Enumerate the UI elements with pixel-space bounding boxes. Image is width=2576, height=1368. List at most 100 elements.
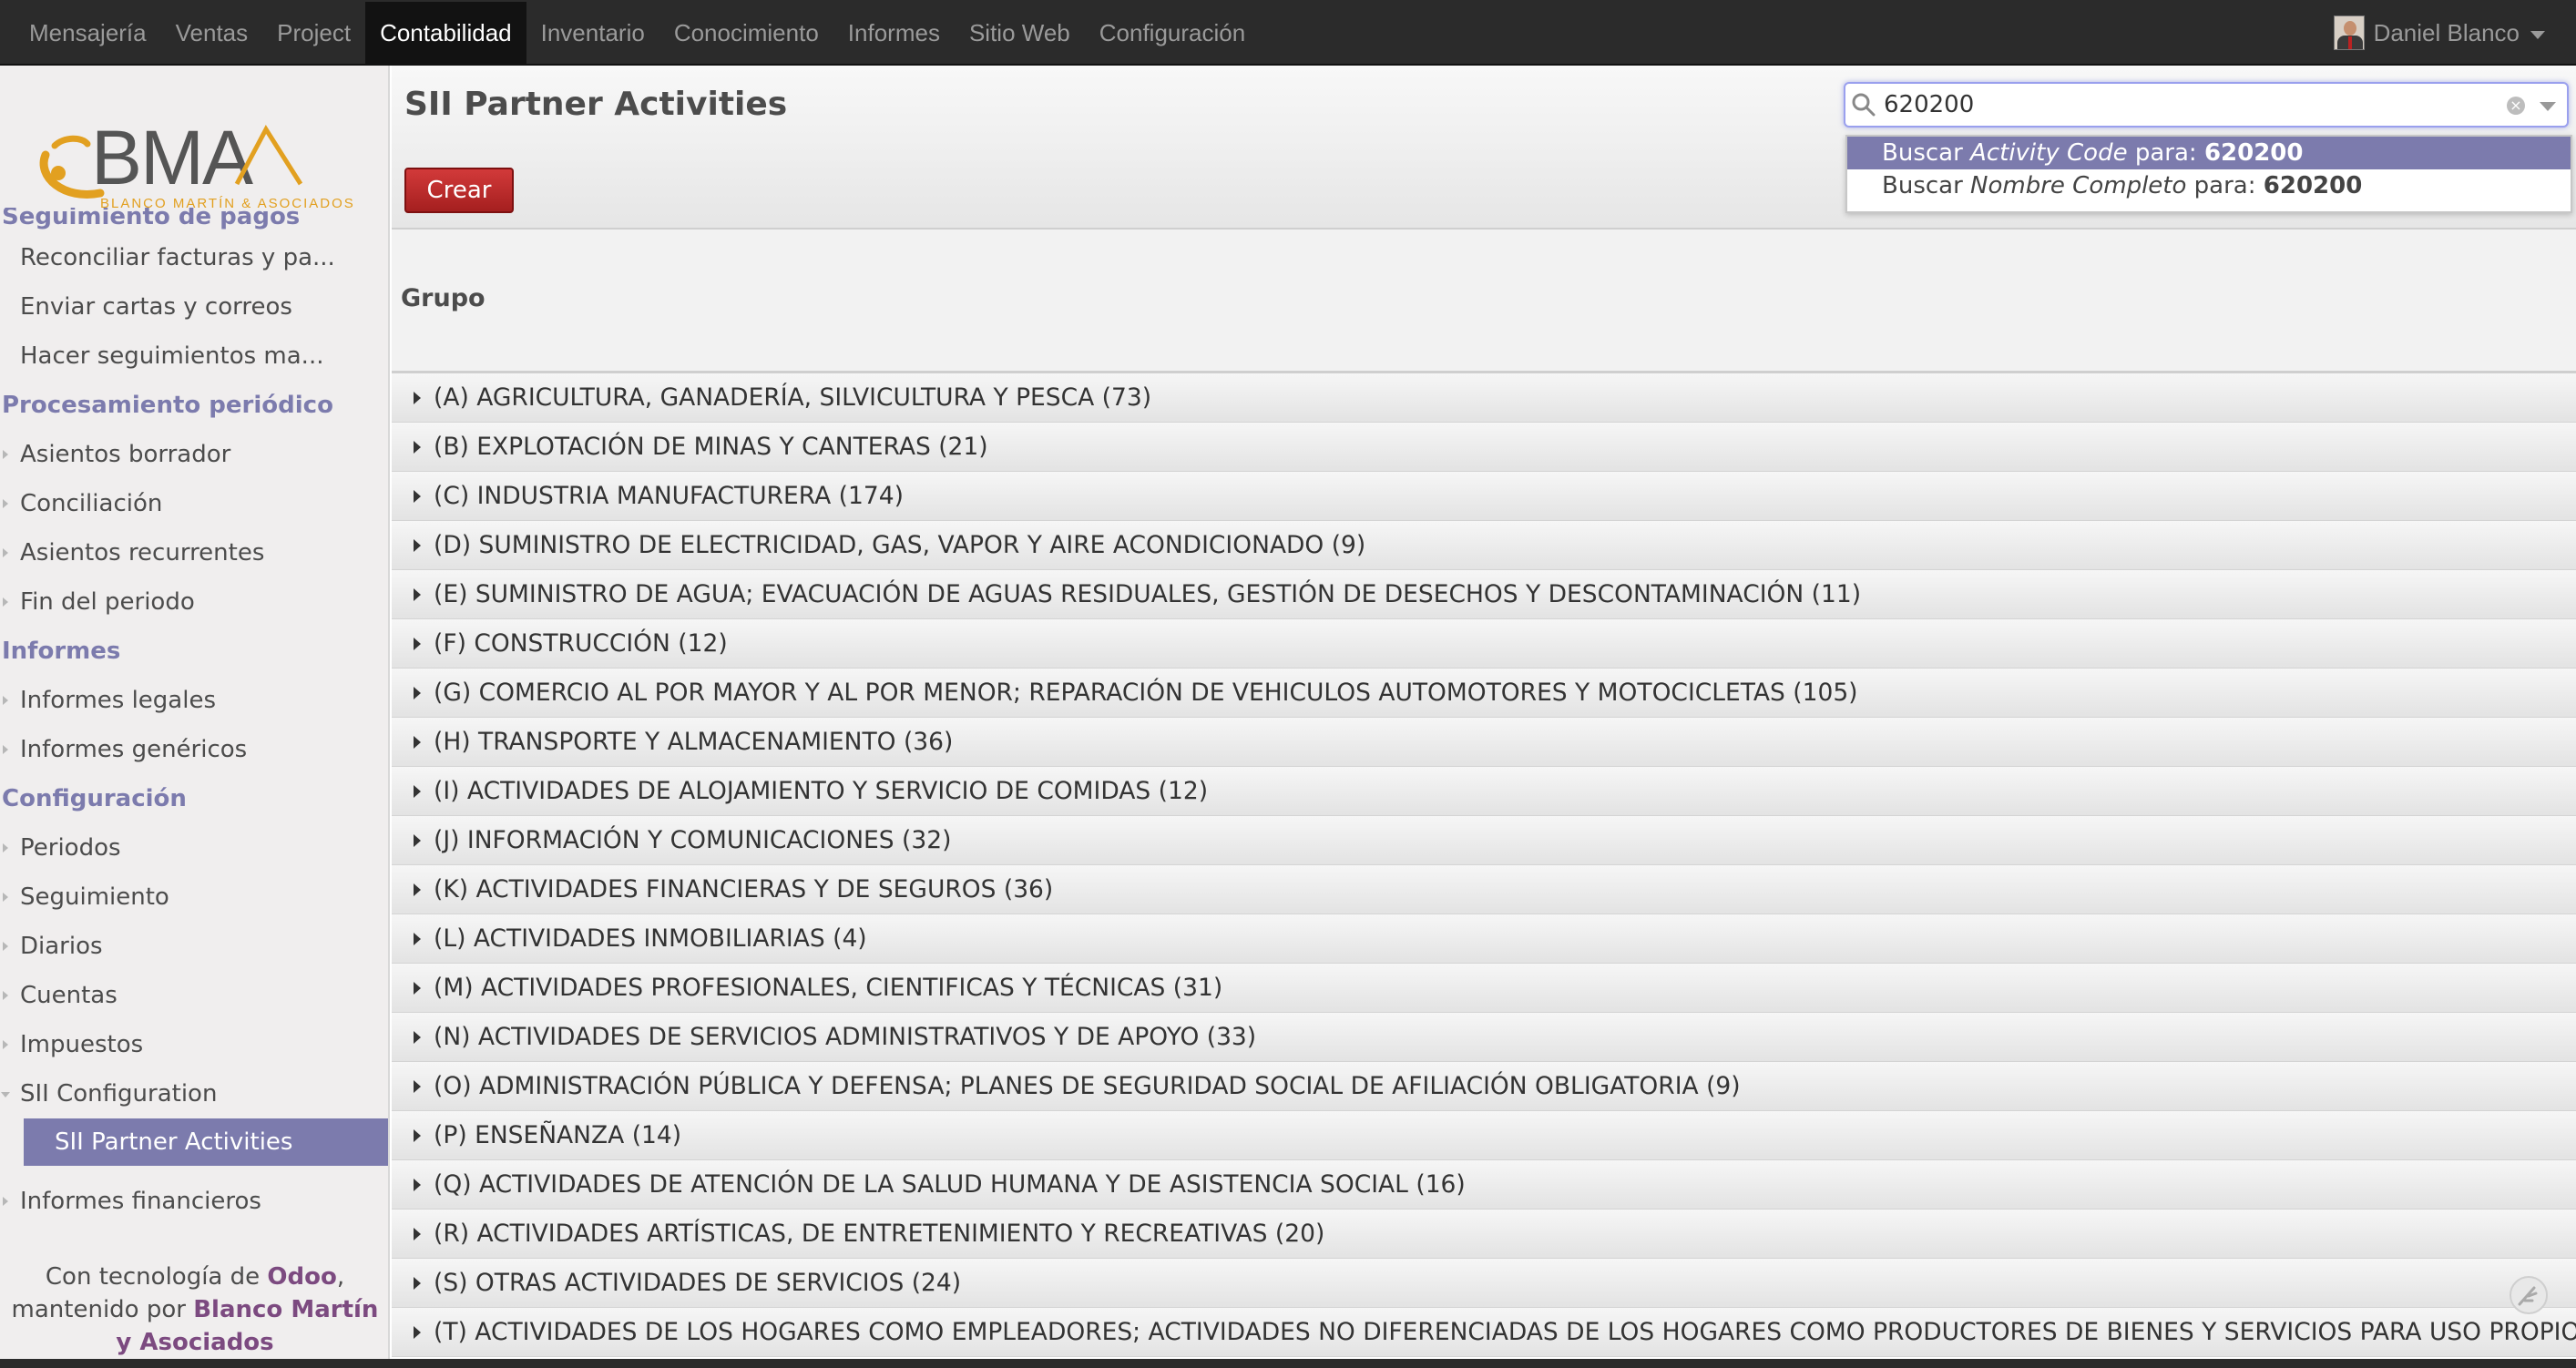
sidebar-item-diarios[interactable]: Diarios — [0, 922, 388, 971]
collapse-icon — [1, 1092, 10, 1097]
sidebar-item-label: Informes financieros — [20, 1188, 261, 1215]
menu-conocimiento[interactable]: Conocimiento — [659, 2, 833, 64]
expand-icon — [414, 982, 421, 995]
menu-inventario[interactable]: Inventario — [526, 2, 659, 64]
sidebar-item-informes-genericos[interactable]: Informes genéricos — [0, 725, 388, 774]
sidebar-item-conciliacion[interactable]: Conciliación — [0, 479, 388, 528]
expand-icon — [414, 1080, 421, 1093]
menu-informes[interactable]: Informes — [833, 2, 955, 64]
group-row-i[interactable]: (I) ACTIVIDADES DE ALOJAMIENTO Y SERVICI… — [392, 767, 2576, 816]
company-logo[interactable]: BMA BLANCO MARTÍN & ASOCIADOS — [27, 102, 355, 220]
sidebar-item-informes-legales[interactable]: Informes legales — [0, 676, 388, 725]
group-label: (F) CONSTRUCCIÓN (12) — [434, 629, 728, 658]
chevron-down-icon[interactable] — [2540, 102, 2556, 111]
create-button[interactable]: Crear — [404, 168, 514, 213]
avatar — [2333, 15, 2365, 50]
list-header: Grupo — [392, 230, 2576, 373]
group-row-n[interactable]: (N) ACTIVIDADES DE SERVICIOS ADMINISTRAT… — [392, 1013, 2576, 1062]
group-row-t[interactable]: (T) ACTIVIDADES DE LOS HOGARES COMO EMPL… — [392, 1308, 2576, 1357]
group-label: (S) OTRAS ACTIVIDADES DE SERVICIOS (24) — [434, 1269, 962, 1297]
group-row-j[interactable]: (J) INFORMACIÓN Y COMUNICACIONES (32) — [392, 816, 2576, 865]
sidebar-item-periodos[interactable]: Periodos — [0, 823, 388, 873]
expand-icon — [3, 843, 8, 852]
chevron-down-icon — [2530, 30, 2545, 39]
menu-sitio-web[interactable]: Sitio Web — [955, 2, 1085, 64]
footer-comma: , — [336, 1263, 345, 1291]
group-row-g[interactable]: (G) COMERCIO AL POR MAYOR Y AL POR MENOR… — [392, 669, 2576, 718]
menu-configuracion[interactable]: Configuración — [1085, 2, 1260, 64]
sidebar-item-label: Informes genéricos — [20, 736, 248, 763]
sidebar-item-label: Reconciliar facturas y pa... — [20, 244, 335, 271]
expand-icon — [414, 588, 421, 601]
expand-icon — [3, 893, 8, 902]
group-row-d[interactable]: (D) SUMINISTRO DE ELECTRICIDAD, GAS, VAP… — [392, 521, 2576, 570]
sidebar-section-seguimiento-pagos: Seguimiento de pagos — [2, 208, 301, 230]
group-row-r[interactable]: (R) ACTIVIDADES ARTÍSTICAS, DE ENTRETENI… — [392, 1210, 2576, 1259]
menu-contabilidad[interactable]: Contabilidad — [365, 2, 526, 64]
group-row-p[interactable]: (P) ENSEÑANZA (14) — [392, 1111, 2576, 1160]
odoo-link[interactable]: Odoo — [267, 1263, 336, 1291]
feather-icon[interactable] — [2507, 1273, 2550, 1321]
group-row-a[interactable]: (A) AGRICULTURA, GANADERÍA, SILVICULTURA… — [392, 373, 2576, 423]
expand-icon — [3, 942, 8, 951]
sidebar-item-sii-partner-activities[interactable]: SII Partner Activities — [24, 1118, 388, 1166]
expand-icon — [3, 991, 8, 1000]
footer-powered-text: Con tecnología de — [45, 1263, 261, 1291]
sidebar-item-label: Diarios — [20, 933, 103, 960]
group-row-s[interactable]: (S) OTRAS ACTIVIDADES DE SERVICIOS (24) — [392, 1259, 2576, 1308]
group-label: (P) ENSEÑANZA (14) — [434, 1121, 682, 1149]
group-row-o[interactable]: (O) ADMINISTRACIÓN PÚBLICA Y DEFENSA; PL… — [392, 1062, 2576, 1111]
search-value: 620200 — [1884, 91, 1975, 118]
sidebar-item-label: Enviar cartas y correos — [20, 293, 292, 321]
top-navbar: Mensajería Ventas Project Contabilidad I… — [0, 0, 2576, 66]
expand-icon — [414, 441, 421, 454]
sidebar-item-impuestos[interactable]: Impuestos — [0, 1020, 388, 1069]
sidebar-item-asientos-recurrentes[interactable]: Asientos recurrentes — [0, 528, 388, 577]
sidebar-item-enviar-cartas[interactable]: Enviar cartas y correos — [0, 282, 388, 332]
menu-ventas[interactable]: Ventas — [161, 2, 263, 64]
group-row-q[interactable]: (Q) ACTIVIDADES DE ATENCIÓN DE LA SALUD … — [392, 1160, 2576, 1210]
group-row-b[interactable]: (B) EXPLOTACIÓN DE MINAS Y CANTERAS (21) — [392, 423, 2576, 472]
sidebar-item-label: SII Configuration — [20, 1080, 218, 1108]
group-label: (J) INFORMACIÓN Y COMUNICACIONES (32) — [434, 826, 952, 854]
group-row-f[interactable]: (F) CONSTRUCCIÓN (12) — [392, 619, 2576, 669]
group-label: (B) EXPLOTACIÓN DE MINAS Y CANTERAS (21) — [434, 433, 988, 461]
sidebar-item-hacer-seguimientos[interactable]: Hacer seguimientos ma... — [0, 332, 388, 381]
user-name: Daniel Blanco — [2373, 18, 2520, 46]
expand-icon — [3, 745, 8, 754]
column-header-grupo[interactable]: Grupo — [401, 284, 486, 312]
group-label: (D) SUMINISTRO DE ELECTRICIDAD, GAS, VAP… — [434, 531, 1366, 559]
sidebar-item-label: Fin del periodo — [20, 588, 195, 616]
page-title: SII Partner Activities — [404, 86, 788, 123]
sidebar-item-cuentas[interactable]: Cuentas — [0, 971, 388, 1020]
sidebar-item-fin-periodo[interactable]: Fin del periodo — [0, 577, 388, 627]
expand-icon — [414, 392, 421, 404]
expand-icon — [3, 548, 8, 557]
group-label: (I) ACTIVIDADES DE ALOJAMIENTO Y SERVICI… — [434, 777, 1209, 805]
expand-icon — [414, 539, 421, 552]
user-menu[interactable]: Daniel Blanco — [2333, 0, 2545, 66]
group-label: (Q) ACTIVIDADES DE ATENCIÓN DE LA SALUD … — [434, 1170, 1466, 1199]
clear-icon[interactable]: × — [2507, 97, 2525, 115]
group-label: (G) COMERCIO AL POR MAYOR Y AL POR MENOR… — [434, 679, 1858, 707]
sidebar-item-seguimiento[interactable]: Seguimiento — [0, 873, 388, 922]
group-row-k[interactable]: (K) ACTIVIDADES FINANCIERAS Y DE SEGUROS… — [392, 865, 2576, 914]
autocomplete-item-activity-code[interactable]: Buscar Activity Code para: 620200 — [1847, 137, 2571, 169]
menu-mensajeria[interactable]: Mensajería — [15, 2, 161, 64]
group-row-h[interactable]: (H) TRANSPORTE Y ALMACENAMIENTO (36) — [392, 718, 2576, 767]
sidebar-item-sii-configuration[interactable]: SII Configuration — [0, 1069, 388, 1118]
sidebar-item-reconciliar[interactable]: Reconciliar facturas y pa... — [0, 233, 388, 282]
logo-text: BMA — [91, 115, 253, 200]
sidebar-item-informes-financieros[interactable]: Informes financieros — [0, 1177, 388, 1226]
menu-project[interactable]: Project — [262, 2, 365, 64]
group-row-l[interactable]: (L) ACTIVIDADES INMOBILIARIAS (4) — [392, 914, 2576, 964]
search-input[interactable]: 620200 × — [1844, 82, 2569, 128]
expand-icon — [414, 638, 421, 650]
autocomplete-item-nombre-completo[interactable]: Buscar Nombre Completo para: 620200 — [1847, 169, 2571, 202]
group-row-c[interactable]: (C) INDUSTRIA MANUFACTURERA (174) — [392, 472, 2576, 521]
group-row-m[interactable]: (M) ACTIVIDADES PROFESIONALES, CIENTIFIC… — [392, 964, 2576, 1013]
sidebar-item-label: Informes legales — [20, 687, 216, 714]
group-row-e[interactable]: (E) SUMINISTRO DE AGUA; EVACUACIÓN DE AG… — [392, 570, 2576, 619]
group-label: (K) ACTIVIDADES FINANCIERAS Y DE SEGUROS… — [434, 875, 1054, 903]
sidebar-item-asientos-borrador[interactable]: Asientos borrador — [0, 430, 388, 479]
